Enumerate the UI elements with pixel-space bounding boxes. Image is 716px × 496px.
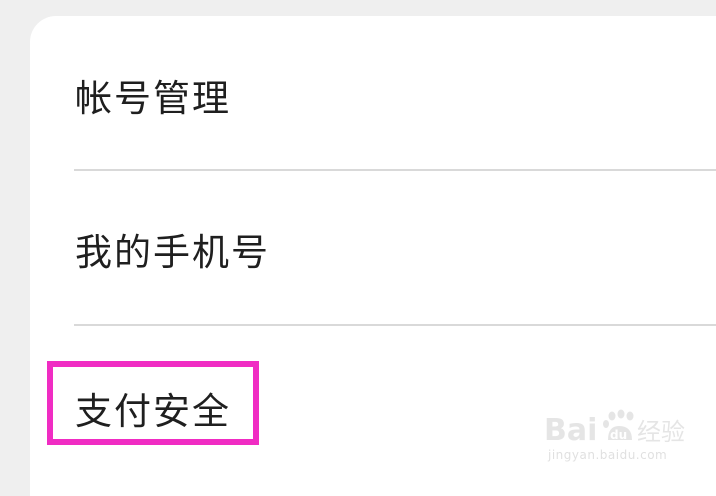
settings-item-label: 帐号管理	[75, 77, 231, 120]
settings-item-label: 我的手机号	[75, 231, 270, 274]
settings-card: 帐号管理 我的手机号 支付安全	[30, 16, 716, 496]
settings-item-label: 支付安全	[75, 390, 231, 433]
settings-item-payment-security[interactable]: 支付安全	[75, 326, 716, 480]
settings-item-account-management[interactable]: 帐号管理	[75, 16, 716, 170]
settings-item-my-phone-number[interactable]: 我的手机号	[75, 171, 716, 325]
